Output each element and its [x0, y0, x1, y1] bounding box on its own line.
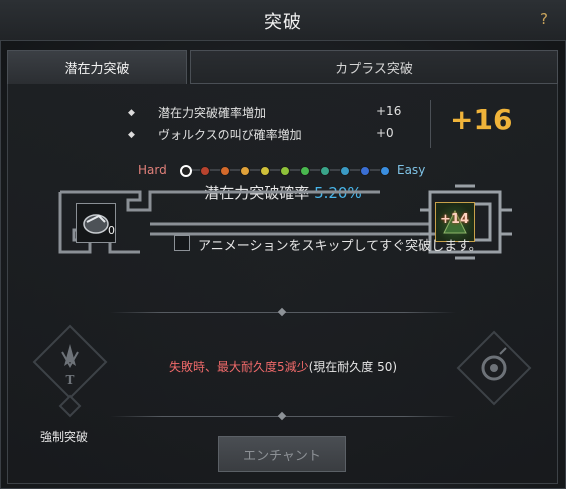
- material-count: 0: [108, 224, 115, 237]
- enchant-button[interactable]: エンチャント: [218, 436, 346, 472]
- difficulty-dot[interactable]: [180, 165, 192, 177]
- material-slot[interactable]: [76, 203, 116, 243]
- difficulty-dot[interactable]: [320, 166, 330, 176]
- skip-animation-checkbox[interactable]: [174, 235, 190, 251]
- difficulty-dot[interactable]: [280, 166, 290, 176]
- difficulty-dot[interactable]: [240, 166, 250, 176]
- svg-text:T: T: [66, 373, 75, 387]
- difficulty-dot[interactable]: [340, 166, 350, 176]
- skip-animation-label: アニメーションをスキップしてすぐ突破します。: [198, 239, 482, 254]
- hard-label: Hard: [138, 163, 167, 177]
- tab-label: カプラス突破: [335, 61, 413, 77]
- difficulty-dot[interactable]: [260, 166, 270, 176]
- bonus-value: +0: [376, 126, 394, 140]
- bullet-icon: ◆: [128, 108, 135, 118]
- tab-label: 潜在力突破: [64, 62, 130, 77]
- breakthrough-window: 突破 ? 潜在力突破 カプラス突破 ◆ 潜在力突破確率増加 +16 ◆ ヴォルク…: [0, 0, 566, 489]
- durability-status: (現在耐久度 50): [308, 360, 398, 374]
- warning-text: 失敗時、最大耐久度5減少: [168, 360, 309, 374]
- bonus-label: 潜在力突破確率増加: [158, 106, 267, 120]
- durability-warning: 失敗時、最大耐久度5減少(現在耐久度 50): [0, 358, 566, 375]
- force-breakthrough-label: 強制突破: [40, 430, 89, 444]
- difficulty-dot[interactable]: [360, 166, 370, 176]
- title-bar: 突破 ?: [0, 0, 566, 41]
- window-title: 突破: [264, 12, 302, 33]
- difficulty-dot[interactable]: [380, 166, 390, 176]
- total-bonus: +16: [450, 103, 513, 136]
- difficulty-dot[interactable]: [220, 166, 230, 176]
- reward-value: +14: [440, 212, 469, 227]
- bonus-label: ヴォルクスの叫び確率増加: [158, 128, 302, 142]
- help-icon[interactable]: ?: [540, 10, 548, 28]
- tab-potential-breakthrough[interactable]: 潜在力突破: [7, 50, 187, 84]
- bullet-icon: ◆: [128, 130, 135, 140]
- tab-caphras-breakthrough[interactable]: カプラス突破: [190, 50, 558, 84]
- easy-label: Easy: [397, 163, 426, 177]
- difficulty-dot[interactable]: [300, 166, 310, 176]
- divider: [430, 100, 431, 148]
- enchant-button-label: エンチャント: [243, 448, 321, 464]
- bonus-value: +16: [376, 104, 402, 118]
- difficulty-dot[interactable]: [200, 166, 210, 176]
